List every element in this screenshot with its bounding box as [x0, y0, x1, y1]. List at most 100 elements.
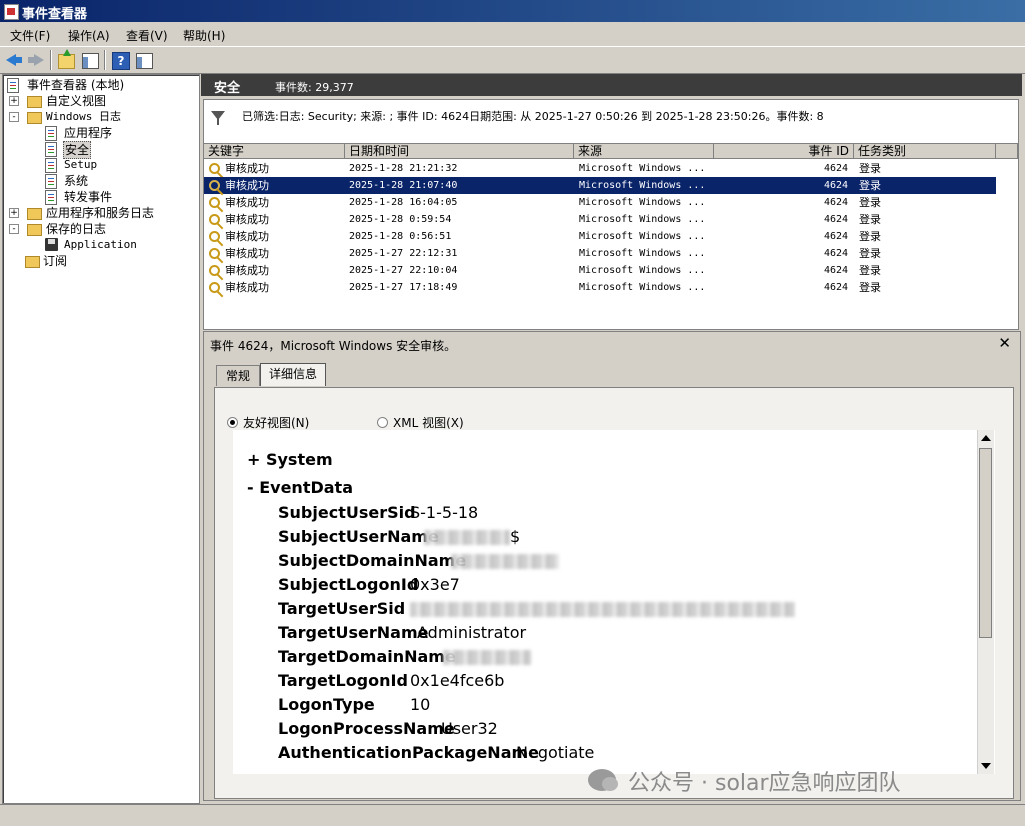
- field-key: SubjectDomainName: [278, 551, 467, 570]
- folder-icon: [27, 112, 42, 124]
- table-row[interactable]: 审核成功 2025-1-28 16:04:05 Microsoft Window…: [204, 194, 996, 211]
- table-row[interactable]: 审核成功 2025-1-27 22:10:04 Microsoft Window…: [204, 262, 996, 279]
- friendly-view-radio[interactable]: [227, 417, 238, 428]
- field-key: TargetUserSid: [278, 599, 406, 618]
- toolbar-separator: [104, 50, 106, 70]
- folder-icon: [27, 96, 42, 108]
- tab-general[interactable]: 常规: [216, 365, 260, 386]
- key-icon: [209, 180, 220, 191]
- cell-keyword: 审核成功: [225, 247, 269, 260]
- cell-keyword: 审核成功: [225, 281, 269, 294]
- disk-icon: [45, 238, 58, 251]
- tree-item-label: 事件查看器 (本地): [27, 78, 125, 92]
- column-header-task-category[interactable]: 任务类别: [854, 144, 996, 159]
- cell-task-category: 登录: [859, 230, 881, 243]
- field-value: 0x3e7: [410, 575, 460, 594]
- status-bar: [0, 804, 1025, 826]
- table-row[interactable]: 审核成功 2025-1-27 22:12:31 Microsoft Window…: [204, 245, 996, 262]
- field-key: LogonType: [278, 695, 375, 714]
- column-header-event-id[interactable]: 事件 ID: [714, 144, 854, 159]
- cell-datetime: 2025-1-28 21:07:40: [349, 180, 458, 191]
- cell-keyword: 审核成功: [225, 230, 269, 243]
- cell-source: Microsoft Windows ...: [579, 180, 706, 191]
- log-icon: [45, 126, 57, 141]
- details-scrollbar[interactable]: [977, 430, 994, 774]
- table-row[interactable]: 审核成功 2025-1-28 21:21:32 Microsoft Window…: [204, 160, 996, 177]
- tree-item-label: 订阅: [43, 254, 68, 268]
- menu-help[interactable]: 帮助(H): [183, 27, 225, 44]
- help-icon[interactable]: ?: [112, 52, 130, 70]
- key-icon: [209, 265, 220, 276]
- cell-datetime: 2025-1-27 22:10:04: [349, 265, 458, 276]
- folder-icon: [27, 224, 42, 236]
- cell-task-category: 登录: [859, 264, 881, 277]
- column-header-source[interactable]: 来源: [574, 144, 714, 159]
- table-row[interactable]: 审核成功 2025-1-27 17:18:49 Microsoft Window…: [204, 279, 996, 296]
- cell-source: Microsoft Windows ...: [579, 163, 706, 174]
- menu-bar: 文件(F) 操作(A) 查看(V) 帮助(H): [0, 23, 1025, 45]
- cell-task-category: 登录: [859, 213, 881, 226]
- forward-arrow-icon[interactable]: [27, 51, 45, 69]
- cell-task-category: 登录: [859, 247, 881, 260]
- cell-datetime: 2025-1-28 0:56:51: [349, 231, 452, 242]
- cell-source: Microsoft Windows ...: [579, 282, 706, 293]
- cell-keyword: 审核成功: [225, 196, 269, 209]
- collapse-minus-icon[interactable]: -: [9, 224, 19, 234]
- menu-action[interactable]: 操作(A): [68, 27, 110, 44]
- filter-bar: 已筛选:日志: Security; 来源: ; 事件 ID: 4624日期范围:…: [203, 99, 1019, 145]
- cell-source: Microsoft Windows ...: [579, 265, 706, 276]
- cell-keyword: 审核成功: [225, 264, 269, 277]
- expand-plus-icon[interactable]: +: [9, 208, 19, 218]
- redacted-value: [451, 554, 559, 569]
- field-key: TargetDomainName: [278, 647, 456, 666]
- system-section-toggle[interactable]: + System: [247, 450, 333, 469]
- log-icon: [45, 190, 57, 205]
- title-bar: 事件查看器: [0, 0, 1025, 22]
- filter-icon: [211, 111, 225, 125]
- tree-item-label: 系统: [64, 174, 89, 188]
- subscription-icon: [25, 256, 40, 268]
- cell-task-category: 登录: [859, 179, 881, 192]
- eventdata-section-toggle[interactable]: - EventData: [247, 478, 353, 497]
- log-icon: [45, 158, 57, 173]
- back-arrow-icon[interactable]: [5, 51, 23, 69]
- friendly-view-label[interactable]: 友好视图(N): [243, 414, 309, 431]
- log-header: 安全 事件数: 29,377: [201, 74, 1022, 96]
- expand-plus-icon[interactable]: +: [9, 96, 19, 106]
- close-icon[interactable]: ✕: [998, 334, 1011, 352]
- column-header-datetime[interactable]: 日期和时间: [345, 144, 574, 159]
- table-row-selected[interactable]: 审核成功 2025-1-28 21:07:40 Microsoft Window…: [204, 177, 996, 194]
- collapse-minus-icon[interactable]: -: [9, 112, 19, 122]
- table-row[interactable]: 审核成功 2025-1-28 0:56:51 Microsoft Windows…: [204, 228, 996, 245]
- up-folder-icon[interactable]: [58, 49, 75, 69]
- scroll-down-arrow-icon[interactable]: [981, 763, 991, 769]
- cell-task-category: 登录: [859, 196, 881, 209]
- redacted-value: [424, 530, 510, 545]
- scrollbar-thumb[interactable]: [979, 448, 992, 638]
- menu-view[interactable]: 查看(V): [126, 27, 168, 44]
- event-count: 事件数: 29,377: [275, 81, 354, 94]
- field-value: 0x1e4fce6b: [410, 671, 505, 690]
- column-header-keyword[interactable]: 关键字: [204, 144, 345, 159]
- scroll-up-arrow-icon[interactable]: [981, 435, 991, 441]
- tree-item-label: 自定义视图: [46, 94, 107, 108]
- table-row[interactable]: 审核成功 2025-1-28 0:59:54 Microsoft Windows…: [204, 211, 996, 228]
- event-detail-pane: 事件 4624，Microsoft Windows 安全审核。 ✕ 常规 详细信…: [203, 331, 1021, 801]
- cell-source: Microsoft Windows ...: [579, 231, 706, 242]
- show-hide-tree-icon[interactable]: [82, 53, 99, 69]
- cell-event-id: 4624: [824, 265, 849, 276]
- field-key: SubjectUserSid: [278, 503, 416, 522]
- event-viewer-icon: [7, 78, 19, 93]
- tab-details[interactable]: 详细信息: [260, 363, 326, 386]
- xml-view-label[interactable]: XML 视图(X): [393, 414, 464, 431]
- cell-datetime: 2025-1-28 16:04:05: [349, 197, 458, 208]
- cell-keyword: 审核成功: [225, 162, 269, 175]
- tree-item-label: Application: [64, 238, 137, 251]
- main-pane: 安全 事件数: 29,377 已筛选:日志: Security; 来源: ; 事…: [201, 74, 1022, 802]
- cell-datetime: 2025-1-28 21:21:32: [349, 163, 458, 174]
- menu-file[interactable]: 文件(F): [10, 27, 50, 44]
- xml-view-radio[interactable]: [377, 417, 388, 428]
- cell-source: Microsoft Windows ...: [579, 214, 706, 225]
- show-hide-action-pane-icon[interactable]: [136, 53, 153, 69]
- tree-item-label: 应用程序和服务日志: [46, 206, 155, 220]
